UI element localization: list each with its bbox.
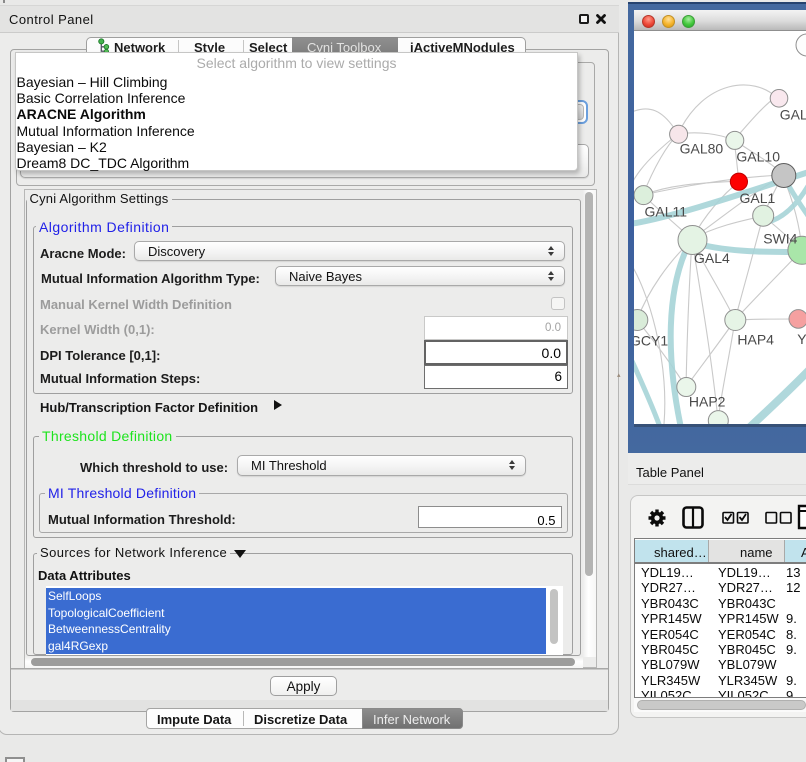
svg-text:Y: Y xyxy=(797,331,806,347)
svg-text:GAL11: GAL11 xyxy=(645,204,688,220)
svg-text:GAL80: GAL80 xyxy=(680,140,724,156)
svg-text:GAL1: GAL1 xyxy=(740,190,776,206)
svg-text:GAL4: GAL4 xyxy=(694,250,730,266)
svg-text:GCY1: GCY1 xyxy=(634,333,668,349)
svg-text:GAL: GAL xyxy=(780,107,806,123)
svg-text:SWI4: SWI4 xyxy=(763,231,797,247)
svg-text:GAL10: GAL10 xyxy=(736,149,780,165)
svg-text:HAP4: HAP4 xyxy=(737,332,774,348)
svg-text:HAP2: HAP2 xyxy=(689,394,726,410)
